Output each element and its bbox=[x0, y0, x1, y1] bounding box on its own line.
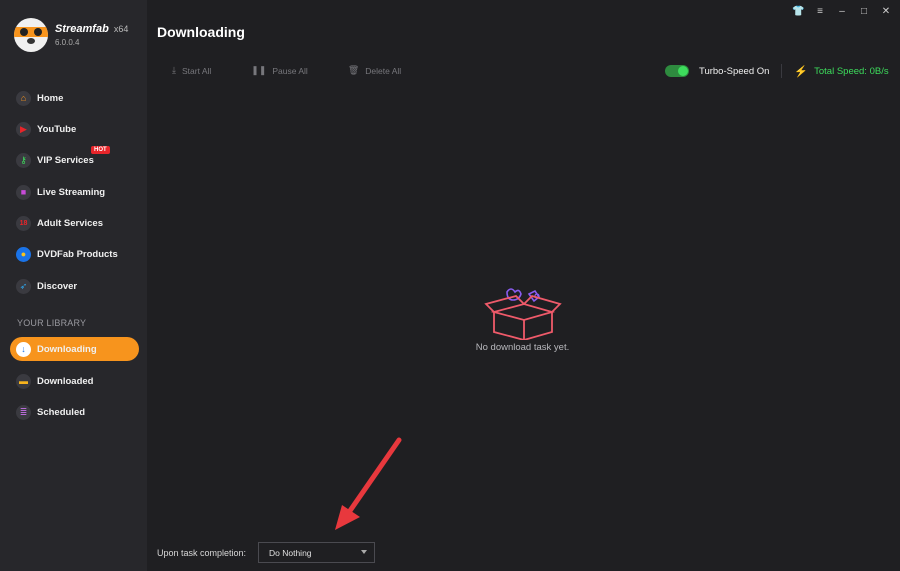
app-arch: x64 bbox=[113, 24, 129, 34]
lightning-icon: ⚡ bbox=[794, 65, 809, 78]
sidebar: Streamfab x64 6.0.0.4 ⌂ Home ▶ YouTube ⚷… bbox=[0, 0, 147, 571]
youtube-icon: ▶ bbox=[16, 121, 31, 137]
empty-state-message: No download task yet. bbox=[475, 342, 570, 353]
maximize-icon[interactable]: □ bbox=[858, 6, 870, 17]
trash-icon: 🗑 bbox=[347, 65, 360, 75]
total-speed-label: Total Speed: 0B/s bbox=[814, 65, 889, 77]
key-icon: ⚷ bbox=[16, 152, 31, 168]
chevron-down-icon bbox=[361, 550, 367, 554]
sidebar-item-label: Discover bbox=[37, 280, 78, 292]
divider bbox=[781, 64, 783, 78]
app-logo: Streamfab x64 6.0.0.4 bbox=[14, 18, 128, 52]
download-icon: ⤓ bbox=[172, 65, 176, 75]
sloth-logo-icon bbox=[14, 18, 48, 52]
library-section-label: YOUR LIBRARY bbox=[17, 318, 87, 328]
hot-badge: HOT bbox=[91, 146, 110, 154]
compass-icon: ➶ bbox=[16, 278, 31, 294]
sidebar-item-youtube[interactable]: ▶ YouTube bbox=[10, 117, 139, 141]
sidebar-item-label: Home bbox=[37, 92, 64, 104]
sidebar-item-live-streaming[interactable]: ■ Live Streaming bbox=[10, 180, 139, 204]
sidebar-item-label: VIP Services bbox=[37, 154, 94, 166]
empty-box-illustration bbox=[474, 284, 574, 345]
app-version: 6.0.0.4 bbox=[55, 38, 80, 47]
sidebar-item-scheduled[interactable]: ≣ Scheduled bbox=[10, 400, 139, 424]
pause-icon: ❚❚ bbox=[251, 65, 267, 75]
start-all-label: Start All bbox=[181, 65, 212, 76]
toolbar: ⤓ Start All ❚❚ Pause All 🗑 Delete All bbox=[172, 65, 441, 76]
sidebar-item-adult-services[interactable]: 18 Adult Services bbox=[10, 211, 139, 235]
app-name: Streamfab bbox=[55, 23, 109, 35]
close-icon[interactable]: ✕ bbox=[880, 6, 892, 17]
video-camera-icon: ■ bbox=[16, 184, 31, 200]
delete-all-button[interactable]: 🗑 Delete All bbox=[348, 65, 401, 76]
shirt-icon[interactable]: 👕 bbox=[792, 6, 804, 17]
sidebar-item-dvdfab-products[interactable]: ● DVDFab Products bbox=[10, 242, 139, 266]
turbo-speed-label: Turbo-Speed On bbox=[699, 65, 770, 77]
download-arrow-icon: ↓ bbox=[16, 341, 31, 357]
dvdfab-icon: ● bbox=[16, 246, 31, 262]
sidebar-item-downloaded[interactable]: ▬ Downloaded bbox=[10, 369, 139, 393]
sidebar-item-discover[interactable]: ➶ Discover bbox=[10, 274, 139, 298]
completion-action-select[interactable]: Do Nothing bbox=[258, 542, 375, 563]
home-icon: ⌂ bbox=[16, 90, 31, 106]
sidebar-item-downloading[interactable]: ↓ Downloading bbox=[10, 337, 139, 361]
delete-all-label: Delete All bbox=[365, 65, 402, 76]
minimize-icon[interactable]: – bbox=[836, 6, 848, 17]
list-icon: ≣ bbox=[16, 404, 31, 420]
sidebar-item-label: YouTube bbox=[37, 123, 77, 135]
completion-label: Upon task completion: bbox=[157, 548, 247, 558]
sidebar-item-label: Live Streaming bbox=[37, 186, 106, 198]
sidebar-item-label: Scheduled bbox=[37, 406, 86, 418]
sidebar-item-label: DVDFab Products bbox=[37, 248, 118, 260]
page-title: Downloading bbox=[157, 24, 245, 40]
turbo-speed-group: Turbo-Speed On ⚡ Total Speed: 0B/s bbox=[665, 64, 889, 78]
sidebar-item-vip-services[interactable]: ⚷ VIP Services HOT bbox=[10, 146, 139, 172]
sidebar-item-label: Downloaded bbox=[37, 375, 94, 387]
completion-action-value: Do Nothing bbox=[269, 547, 312, 558]
turbo-speed-toggle[interactable] bbox=[665, 65, 689, 77]
sidebar-item-label: Downloading bbox=[37, 343, 97, 355]
adult-18-icon: 18 bbox=[16, 215, 31, 231]
folder-icon: ▬ bbox=[16, 373, 31, 389]
sidebar-item-label: Adult Services bbox=[37, 217, 103, 229]
window-controls: 👕 ≡ – □ ✕ bbox=[792, 6, 892, 17]
pause-all-button[interactable]: ❚❚ Pause All bbox=[251, 65, 308, 76]
menu-icon[interactable]: ≡ bbox=[814, 6, 826, 17]
pause-all-label: Pause All bbox=[272, 65, 308, 76]
start-all-button[interactable]: ⤓ Start All bbox=[172, 65, 211, 76]
sidebar-item-home[interactable]: ⌂ Home bbox=[10, 86, 139, 110]
